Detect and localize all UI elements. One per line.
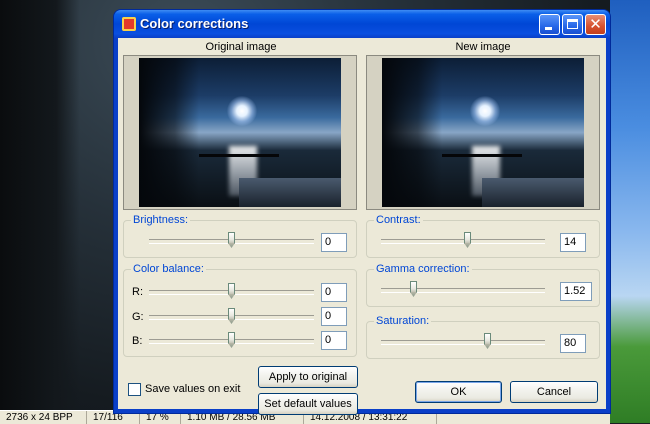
blue-value[interactable]: 0	[321, 331, 347, 350]
green-channel-label: G:	[132, 311, 144, 323]
color-corrections-dialog: Color corrections ✕ Original image New i…	[114, 10, 610, 415]
close-button[interactable]: ✕	[585, 14, 606, 35]
green-slider[interactable]	[149, 307, 314, 327]
dialog-client-area: Original image New image Brightness: 0 C…	[118, 38, 606, 415]
minimize-button[interactable]	[539, 14, 560, 35]
blue-channel-label: B:	[132, 335, 143, 347]
maximize-icon	[567, 19, 578, 29]
new-image-preview	[366, 55, 600, 210]
desktop-wallpaper	[610, 0, 650, 423]
status-resolution: 2736 x 24 BPP	[0, 411, 87, 424]
new-photo	[382, 58, 584, 207]
gamma-slider[interactable]	[381, 280, 545, 300]
contrast-value[interactable]: 14	[560, 233, 586, 252]
gamma-value[interactable]: 1.52	[560, 282, 592, 301]
app-icon	[122, 17, 136, 31]
brightness-group: Brightness: 0	[123, 214, 357, 258]
brightness-slider-thumb[interactable]	[228, 232, 235, 244]
saturation-label: Saturation:	[374, 315, 432, 327]
green-slider-thumb[interactable]	[228, 308, 235, 320]
gamma-group: Gamma correction: 1.52	[366, 263, 600, 307]
red-slider-thumb[interactable]	[228, 283, 235, 295]
maximize-button[interactable]	[562, 14, 583, 35]
saturation-value[interactable]: 80	[560, 334, 586, 353]
original-image-preview	[123, 55, 357, 210]
save-values-checkbox[interactable]	[128, 383, 141, 396]
color-balance-label: Color balance:	[131, 263, 206, 275]
blue-slider[interactable]	[149, 331, 314, 351]
set-default-values-button[interactable]: Set default values	[258, 393, 358, 415]
saturation-slider[interactable]	[381, 332, 545, 352]
original-photo	[139, 58, 341, 207]
contrast-slider[interactable]	[381, 231, 545, 251]
contrast-slider-thumb[interactable]	[464, 232, 471, 244]
brightness-label: Brightness:	[131, 214, 191, 226]
brightness-slider[interactable]	[149, 231, 314, 251]
title-bar[interactable]: Color corrections ✕	[114, 10, 610, 38]
saturation-slider-thumb[interactable]	[484, 333, 491, 345]
dialog-title: Color corrections	[140, 16, 249, 31]
brightness-value[interactable]: 0	[321, 233, 347, 252]
gamma-slider-thumb[interactable]	[410, 281, 417, 293]
red-slider[interactable]	[149, 282, 314, 302]
original-image-label: Original image	[205, 41, 277, 53]
save-values-label: Save values on exit	[145, 383, 241, 395]
cancel-button[interactable]: Cancel	[510, 381, 598, 403]
minimize-icon	[545, 27, 552, 30]
red-value[interactable]: 0	[321, 283, 347, 302]
contrast-label: Contrast:	[374, 214, 423, 226]
ok-button[interactable]: OK	[415, 381, 502, 403]
apply-to-original-button[interactable]: Apply to original	[258, 366, 358, 388]
background-tree-silhouette	[0, 0, 80, 410]
contrast-group: Contrast: 14	[366, 214, 600, 258]
close-icon: ✕	[589, 15, 602, 33]
green-value[interactable]: 0	[321, 307, 347, 326]
blue-slider-thumb[interactable]	[228, 332, 235, 344]
gamma-label: Gamma correction:	[374, 263, 472, 275]
color-balance-group: Color balance: R: 0 G: 0 B: 0	[123, 263, 357, 357]
red-channel-label: R:	[132, 286, 143, 298]
saturation-group: Saturation: 80	[366, 315, 600, 359]
new-image-label: New image	[455, 41, 511, 53]
